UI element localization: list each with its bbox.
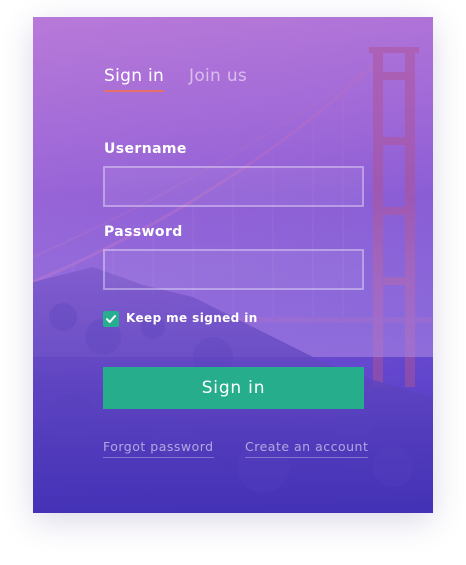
auth-tabs: Sign in Join us: [103, 66, 364, 96]
keep-signed-in-row: Keep me signed in: [103, 310, 364, 328]
tab-join-us[interactable]: Join us: [189, 66, 247, 86]
active-tab-indicator: [104, 90, 164, 92]
tab-sign-in[interactable]: Sign in: [104, 66, 164, 86]
password-input[interactable]: [103, 249, 364, 290]
sign-in-button[interactable]: Sign in: [103, 367, 364, 409]
username-label: Username: [104, 141, 187, 157]
password-label: Password: [104, 224, 183, 240]
forgot-password-link[interactable]: Forgot password: [103, 439, 214, 458]
keep-signed-in-label[interactable]: Keep me signed in: [126, 311, 258, 325]
keep-signed-in-checkbox[interactable]: [103, 311, 119, 327]
create-account-link[interactable]: Create an account: [245, 439, 369, 458]
username-input[interactable]: [103, 166, 364, 207]
checkmark-icon: [106, 315, 116, 323]
login-card: Sign in Join us Username Password Keep m…: [33, 17, 433, 513]
